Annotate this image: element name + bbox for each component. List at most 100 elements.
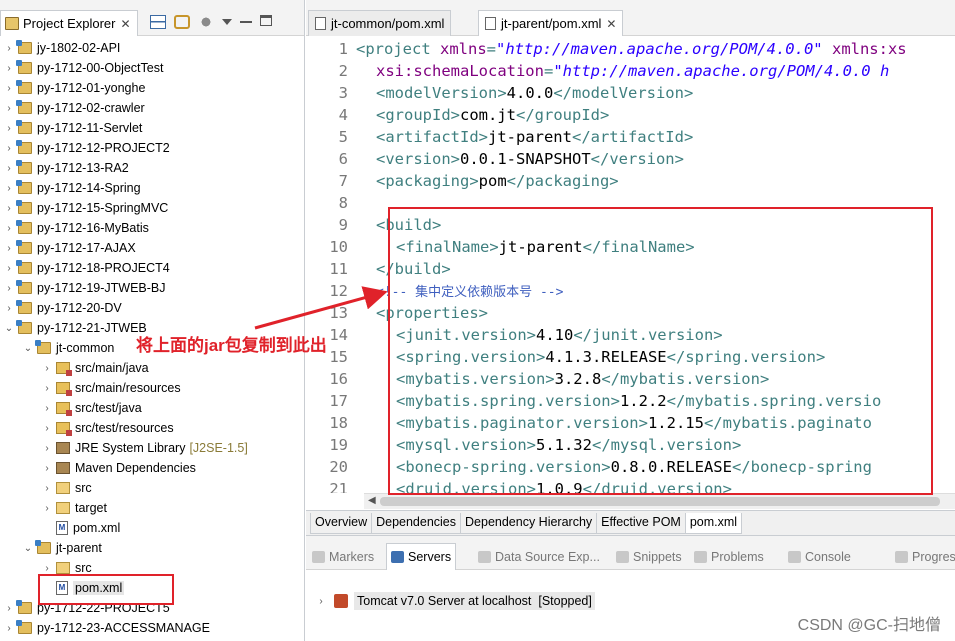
view-tab-data-source-exp[interactable]: Data Source Exp... bbox=[478, 543, 600, 570]
expand-arrow-icon[interactable]: › bbox=[316, 596, 326, 607]
expand-arrow-icon[interactable]: ⌄ bbox=[4, 323, 14, 334]
expand-arrow-icon[interactable]: › bbox=[42, 383, 52, 394]
editor-tab-jt-common-pom[interactable]: jt-common/pom.xml bbox=[308, 10, 452, 36]
expand-arrow-icon[interactable]: › bbox=[42, 483, 52, 494]
code-line[interactable]: 11 </build> bbox=[306, 258, 955, 280]
tree-item[interactable]: › target bbox=[0, 498, 304, 518]
expand-arrow-icon[interactable]: › bbox=[4, 603, 14, 614]
expand-arrow-icon[interactable]: › bbox=[4, 223, 14, 234]
code-line[interactable]: 9 <build> bbox=[306, 214, 955, 236]
expand-arrow-icon[interactable]: › bbox=[4, 623, 14, 634]
tree-item[interactable]: › py-1712-11-Servlet bbox=[0, 118, 304, 138]
expand-arrow-icon[interactable]: ⌄ bbox=[23, 543, 33, 554]
editor-tab-jt-parent-pom[interactable]: jt-parent/pom.xml ✕ bbox=[478, 10, 624, 36]
expand-arrow-icon[interactable]: › bbox=[42, 403, 52, 414]
tree-item[interactable]: › py-1712-18-PROJECT4 bbox=[0, 258, 304, 278]
tree-item[interactable]: Mpom.xml bbox=[0, 578, 304, 598]
scroll-left-icon[interactable]: ◀ bbox=[368, 495, 376, 506]
code-editor[interactable]: 1 <project xmlns="http://maven.apache.org… bbox=[306, 38, 955, 493]
view-menu-icon[interactable] bbox=[222, 19, 232, 25]
tree-item[interactable]: › py-1712-13-RA2 bbox=[0, 158, 304, 178]
expand-arrow-icon[interactable]: › bbox=[4, 203, 14, 214]
expand-arrow-icon[interactable]: › bbox=[4, 43, 14, 54]
code-line[interactable]: 21 <druid.version>1.0.9</druid.version> bbox=[306, 478, 955, 493]
tree-item[interactable]: › py-1712-22-PROJECT5 bbox=[0, 598, 304, 618]
expand-arrow-icon[interactable]: › bbox=[4, 183, 14, 194]
tree-item[interactable]: › src bbox=[0, 478, 304, 498]
horizontal-scrollbar[interactable]: ◀ bbox=[364, 493, 955, 509]
code-line[interactable]: 12 <!-- 集中定义依赖版本号 --> bbox=[306, 280, 955, 302]
code-line[interactable]: 3 <modelVersion>4.0.0</modelVersion> bbox=[306, 82, 955, 104]
code-line[interactable]: 5 <artifactId>jt-parent</artifactId> bbox=[306, 126, 955, 148]
expand-arrow-icon[interactable]: › bbox=[42, 423, 52, 434]
tree-item[interactable]: › py-1712-01-yonghe bbox=[0, 78, 304, 98]
tree-item[interactable]: › py-1712-15-SpringMVC bbox=[0, 198, 304, 218]
expand-arrow-icon[interactable]: › bbox=[4, 123, 14, 134]
view-tab-progress[interactable]: Progress bbox=[895, 543, 955, 570]
code-line[interactable]: 13 <properties> bbox=[306, 302, 955, 324]
expand-arrow-icon[interactable]: ⌄ bbox=[23, 343, 33, 354]
pom-tab-dependency-hierarchy[interactable]: Dependency Hierarchy bbox=[460, 512, 598, 534]
code-line[interactable]: 18 <mybatis.paginator.version>1.2.15</myb… bbox=[306, 412, 955, 434]
view-tab-problems[interactable]: Problems bbox=[694, 543, 764, 570]
pom-tab-dependencies[interactable]: Dependencies bbox=[371, 512, 462, 534]
expand-arrow-icon[interactable]: › bbox=[42, 443, 52, 454]
view-tab-markers[interactable]: Markers bbox=[312, 543, 374, 570]
code-line[interactable]: 10 <finalName>jt-parent</finalName> bbox=[306, 236, 955, 258]
expand-arrow-icon[interactable]: › bbox=[42, 463, 52, 474]
code-line[interactable]: 16 <mybatis.version>3.2.8</mybatis.versio… bbox=[306, 368, 955, 390]
collapse-all-icon[interactable] bbox=[150, 15, 166, 29]
tree-item[interactable]: › jy-1802-02-API bbox=[0, 38, 304, 58]
tree-item[interactable]: › py-1712-19-JTWEB-BJ bbox=[0, 278, 304, 298]
tree-item[interactable]: › src bbox=[0, 558, 304, 578]
tree-item[interactable]: › py-1712-00-ObjectTest bbox=[0, 58, 304, 78]
code-line[interactable]: 1 <project xmlns="http://maven.apache.org… bbox=[306, 38, 955, 60]
tree-item[interactable]: › py-1712-23-ACCESSMANAGE bbox=[0, 618, 304, 638]
tree-item[interactable]: › src/main/resources bbox=[0, 378, 304, 398]
filter-icon[interactable] bbox=[198, 15, 214, 29]
code-line[interactable]: 4 <groupId>com.jt</groupId> bbox=[306, 104, 955, 126]
tree-item[interactable]: Mpom.xml bbox=[0, 518, 304, 538]
tree-item[interactable]: › py-1712-02-crawler bbox=[0, 98, 304, 118]
tree-item[interactable]: ⌄ jt-parent bbox=[0, 538, 304, 558]
expand-arrow-icon[interactable]: › bbox=[4, 143, 14, 154]
minimize-icon[interactable] bbox=[240, 21, 252, 23]
tree-item[interactable]: › Maven Dependencies bbox=[0, 458, 304, 478]
close-icon[interactable]: ✕ bbox=[120, 17, 130, 31]
tree-item[interactable]: › py-1712-16-MyBatis bbox=[0, 218, 304, 238]
link-with-editor-icon[interactable] bbox=[174, 15, 190, 29]
expand-arrow-icon[interactable]: › bbox=[42, 503, 52, 514]
view-tab-console[interactable]: Console bbox=[788, 543, 851, 570]
tree-item[interactable]: › src/main/java bbox=[0, 358, 304, 378]
expand-arrow-icon[interactable]: › bbox=[4, 63, 14, 74]
expand-arrow-icon[interactable]: › bbox=[4, 163, 14, 174]
tree-item[interactable]: › JRE System Library [J2SE-1.5] bbox=[0, 438, 304, 458]
tree-item[interactable]: › src/test/resources bbox=[0, 418, 304, 438]
tree-item[interactable]: › py-1712-14-Spring bbox=[0, 178, 304, 198]
tree-item[interactable]: › py-1712-17-AJAX bbox=[0, 238, 304, 258]
scrollbar-thumb[interactable] bbox=[380, 497, 940, 506]
code-line[interactable]: 17 <mybatis.spring.version>1.2.2</mybatis… bbox=[306, 390, 955, 412]
expand-arrow-icon[interactable]: › bbox=[42, 363, 52, 374]
server-row[interactable]: › Tomcat v7.0 Server at localhost [Stopp… bbox=[316, 592, 595, 610]
code-line[interactable]: 15 <spring.version>4.1.3.RELEASE</spring.… bbox=[306, 346, 955, 368]
code-line[interactable]: 6 <version>0.0.1-SNAPSHOT</version> bbox=[306, 148, 955, 170]
tree-item[interactable]: › py-1712-20-DV bbox=[0, 298, 304, 318]
expand-arrow-icon[interactable]: › bbox=[4, 243, 14, 254]
expand-arrow-icon[interactable]: › bbox=[4, 303, 14, 314]
code-line[interactable]: 8 bbox=[306, 192, 955, 214]
expand-arrow-icon[interactable]: › bbox=[4, 283, 14, 294]
view-tab-servers[interactable]: Servers bbox=[386, 543, 457, 570]
code-line[interactable]: 2 xsi:schemaLocation="http://maven.apache… bbox=[306, 60, 955, 82]
pom-tab-effective-pom[interactable]: Effective POM bbox=[596, 512, 686, 534]
maximize-icon[interactable] bbox=[260, 15, 272, 26]
code-line[interactable]: 20 <bonecp-spring.version>0.8.0.RELEASE</… bbox=[306, 456, 955, 478]
tree-item[interactable]: › src/test/java bbox=[0, 398, 304, 418]
close-icon[interactable]: ✕ bbox=[606, 17, 616, 31]
tree-item[interactable]: › py-1712-12-PROJECT2 bbox=[0, 138, 304, 158]
pom-tab-pom-xml[interactable]: pom.xml bbox=[684, 512, 743, 534]
expand-arrow-icon[interactable]: › bbox=[4, 83, 14, 94]
expand-arrow-icon[interactable]: › bbox=[4, 103, 14, 114]
code-line[interactable]: 14 <junit.version>4.10</junit.version> bbox=[306, 324, 955, 346]
code-line[interactable]: 19 <mysql.version>5.1.32</mysql.version> bbox=[306, 434, 955, 456]
